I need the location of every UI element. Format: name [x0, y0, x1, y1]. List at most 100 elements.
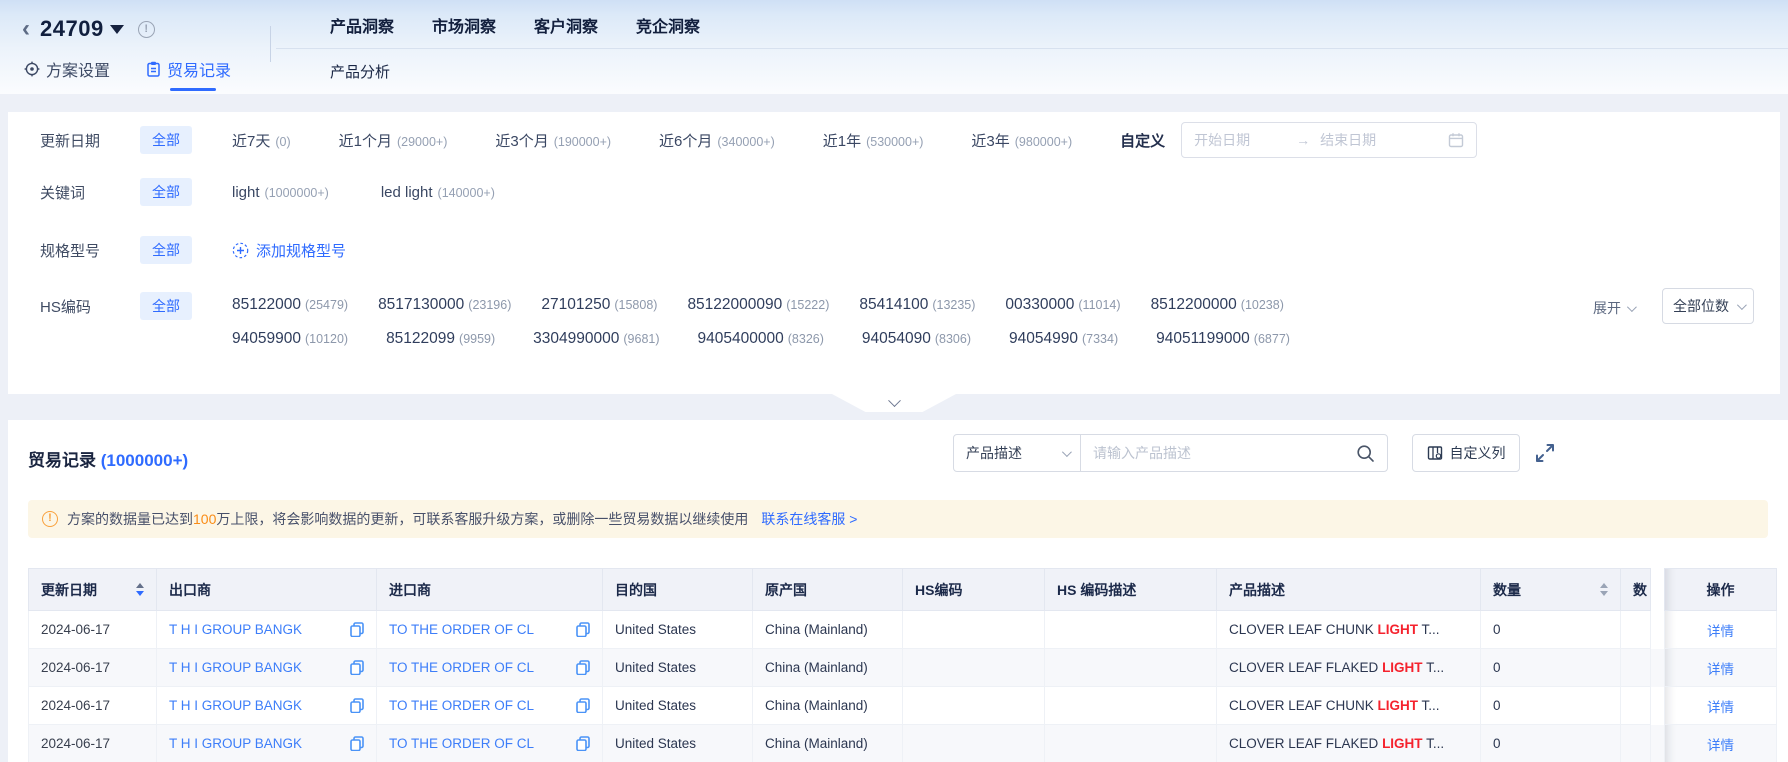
- nav-tab-market-insight[interactable]: 市场洞察: [432, 13, 496, 37]
- detail-link[interactable]: 详情: [1707, 700, 1734, 715]
- detail-link[interactable]: 详情: [1707, 738, 1734, 753]
- back-icon[interactable]: ‹: [22, 17, 30, 41]
- col-header-qty[interactable]: 数量: [1480, 568, 1621, 611]
- scrollbar-track[interactable]: [1650, 568, 1665, 611]
- exporter-link[interactable]: T H I GROUP BANGK: [169, 698, 302, 713]
- scrollbar-track[interactable]: [1650, 686, 1665, 725]
- page-title[interactable]: 24709: [40, 16, 104, 42]
- hs-code-option[interactable]: 3304990000 (9681): [533, 330, 659, 348]
- hs-code-option[interactable]: 85122099 (9959): [386, 330, 495, 348]
- copy-icon[interactable]: [576, 736, 590, 751]
- hs-code-option[interactable]: 94059900 (10120): [232, 330, 348, 348]
- plan-tab-bar: 方案设置 贸易记录: [24, 57, 231, 81]
- option-count: (530000+): [866, 134, 924, 149]
- fullscreen-icon[interactable]: [1534, 442, 1556, 464]
- sub-tab-product-analysis[interactable]: 产品分析: [330, 61, 390, 82]
- hs-code-option[interactable]: 85122000 (25479): [232, 296, 348, 314]
- active-tab-underline: [170, 88, 216, 91]
- filter-all-chip[interactable]: 全部: [140, 292, 192, 320]
- importer-link[interactable]: TO THE ORDER OF CL: [389, 698, 534, 713]
- filter-all-chip[interactable]: 全部: [140, 178, 192, 206]
- hs-code-option[interactable]: 85414100 (13235): [859, 296, 975, 314]
- hs-code-option[interactable]: 85122000090 (15222): [687, 296, 829, 314]
- hs-code-option[interactable]: 94054990 (7334): [1009, 330, 1118, 348]
- filter-row-keyword: 关键词 全部 light (1000000+) led light (14000…: [40, 178, 1754, 206]
- cell-destination: United States: [602, 724, 753, 762]
- col-header-date[interactable]: 更新日期: [28, 568, 157, 611]
- nav-tab-product-insight[interactable]: 产品洞察: [330, 13, 394, 37]
- filter-option-3m[interactable]: 近3个月 (190000+): [495, 130, 611, 151]
- filter-option-1y[interactable]: 近1年 (530000+): [823, 130, 924, 151]
- copy-icon[interactable]: [576, 622, 590, 637]
- hs-count: (15808): [614, 298, 658, 312]
- scrollbar-track[interactable]: [1650, 610, 1665, 649]
- warning-icon: !: [42, 511, 58, 527]
- filter-option-6m[interactable]: 近6个月 (340000+): [659, 130, 775, 151]
- detail-link[interactable]: 详情: [1707, 662, 1734, 677]
- cell-action: 详情: [1664, 648, 1777, 687]
- filter-option-1m[interactable]: 近1个月 (29000+): [339, 130, 448, 151]
- cell-product: CLOVER LEAF FLAKED LIGHT T...: [1216, 648, 1481, 687]
- importer-link[interactable]: TO THE ORDER OF CL: [389, 660, 534, 675]
- exporter-link[interactable]: T H I GROUP BANGK: [169, 660, 302, 675]
- filter-option-custom[interactable]: 自定义: [1120, 130, 1165, 151]
- filter-option-led-light[interactable]: led light (140000+): [381, 184, 495, 201]
- importer-link[interactable]: TO THE ORDER OF CL: [389, 736, 534, 751]
- customize-columns-button[interactable]: 自定义列: [1412, 434, 1520, 472]
- tab-plan-settings[interactable]: 方案设置: [24, 57, 110, 81]
- table-row: 2024-06-17 T H I GROUP BANGK TO THE ORDE…: [28, 724, 1777, 762]
- filter-all-chip[interactable]: 全部: [140, 126, 192, 154]
- nav-tab-competitor-insight[interactable]: 竞企洞察: [636, 13, 700, 37]
- hs-code-option[interactable]: 9405400000 (8326): [698, 330, 824, 348]
- hs-code-option[interactable]: 94054090 (8306): [862, 330, 971, 348]
- hs-code-option[interactable]: 94051199000 (6877): [1156, 330, 1290, 348]
- scrollbar-track[interactable]: [1650, 724, 1665, 762]
- cell-hs-code: [902, 686, 1045, 725]
- gear-icon: [24, 61, 40, 77]
- cell-product: CLOVER LEAF CHUNK LIGHT T...: [1216, 610, 1481, 649]
- copy-icon[interactable]: [576, 698, 590, 713]
- filter-option-light[interactable]: light (1000000+): [232, 184, 329, 201]
- nav-tab-customer-insight[interactable]: 客户洞察: [534, 13, 598, 37]
- hs-code-option[interactable]: 27101250 (15808): [541, 296, 657, 314]
- filter-collapse-handle[interactable]: [832, 394, 956, 412]
- exporter-link[interactable]: T H I GROUP BANGK: [169, 622, 302, 637]
- copy-icon[interactable]: [350, 736, 364, 751]
- filter-label: 关键词: [40, 184, 86, 202]
- search-field-select[interactable]: 产品描述: [953, 434, 1081, 472]
- section-title-label: 贸易记录: [28, 451, 96, 470]
- hs-expand-toggle[interactable]: 展开: [1593, 298, 1637, 318]
- plan-header: ‹ 24709 !: [22, 16, 155, 42]
- calendar-icon[interactable]: [1448, 132, 1464, 148]
- copy-icon[interactable]: [350, 622, 364, 637]
- hs-digits-select[interactable]: 全部位数: [1662, 288, 1754, 324]
- sort-control[interactable]: [136, 583, 144, 596]
- scrollbar-track[interactable]: [1650, 648, 1665, 687]
- date-range-picker[interactable]: →: [1181, 122, 1478, 158]
- start-date-input[interactable]: [1194, 132, 1287, 148]
- filter-label: HS编码: [40, 299, 91, 316]
- tab-trade-records[interactable]: 贸易记录: [146, 57, 231, 81]
- hs-code-option[interactable]: 8512200000 (10238): [1151, 296, 1284, 314]
- copy-icon[interactable]: [350, 660, 364, 675]
- option-label: 近1年: [822, 132, 862, 150]
- add-spec-button[interactable]: 添加规格型号: [232, 240, 346, 261]
- info-icon[interactable]: !: [137, 20, 155, 38]
- exporter-link[interactable]: T H I GROUP BANGK: [169, 736, 302, 751]
- detail-link[interactable]: 详情: [1707, 624, 1734, 639]
- copy-icon[interactable]: [350, 698, 364, 713]
- importer-link[interactable]: TO THE ORDER OF CL: [389, 622, 534, 637]
- search-icon[interactable]: [1356, 444, 1375, 463]
- hs-code-option[interactable]: 8517130000 (23196): [378, 296, 511, 314]
- search-input[interactable]: [1093, 445, 1356, 461]
- hs-code-option[interactable]: 00330000 (11014): [1005, 296, 1120, 314]
- copy-icon[interactable]: [576, 660, 590, 675]
- table-settings-icon: [1427, 445, 1443, 461]
- chevron-down-icon[interactable]: [109, 24, 124, 34]
- end-date-input[interactable]: [1320, 132, 1413, 148]
- sort-control[interactable]: [1600, 583, 1608, 596]
- contact-support-link[interactable]: 联系在线客服 >: [761, 509, 857, 529]
- filter-option-7d[interactable]: 近7天 (0): [232, 130, 291, 151]
- filter-all-chip[interactable]: 全部: [140, 236, 192, 264]
- filter-option-3y[interactable]: 近3年 (980000+): [971, 130, 1072, 151]
